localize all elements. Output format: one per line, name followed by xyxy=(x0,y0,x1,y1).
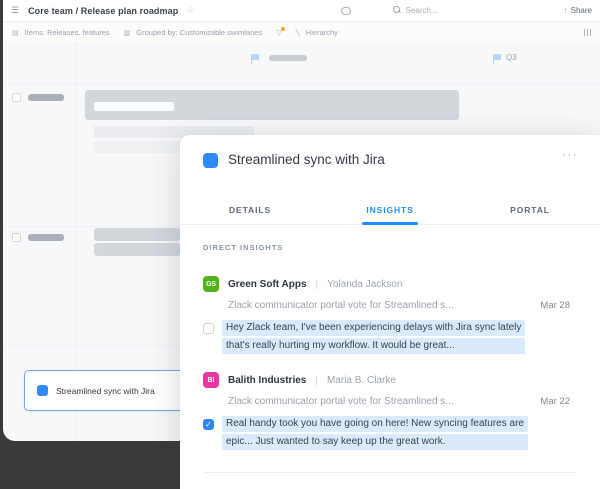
modal-footer-divider xyxy=(204,472,576,473)
insight-date: Mar 28 xyxy=(540,300,570,311)
lane-label-placeholder xyxy=(28,234,64,241)
lane-checkbox[interactable] xyxy=(12,233,21,242)
roadmap-bar[interactable] xyxy=(94,243,180,256)
share-icon: ↑ xyxy=(564,6,568,15)
comments-icon[interactable] xyxy=(341,7,351,15)
insight-item: GS Green Soft Apps | Yolanda Jackson Zla… xyxy=(203,276,578,354)
insight-person: Maria B. Clarke xyxy=(327,375,396,386)
insight-person: Yolanda Jackson xyxy=(327,279,402,290)
items-icon: ▤ xyxy=(12,29,19,37)
modal-header: Streamlined sync with Jira ··· xyxy=(180,135,600,197)
tab-details[interactable]: DETAILS xyxy=(180,197,320,224)
search-box[interactable] xyxy=(393,6,476,15)
search-icon xyxy=(393,6,402,15)
search-input[interactable] xyxy=(406,6,476,15)
modal-body: DIRECT INSIGHTS GS Green Soft Apps | Yol… xyxy=(180,225,600,489)
columns-icon[interactable] xyxy=(584,29,592,36)
tab-insights[interactable]: INSIGHTS xyxy=(320,197,460,224)
row-divider xyxy=(3,84,600,85)
milestone-placeholder xyxy=(269,55,307,61)
insight-date: Mar 22 xyxy=(540,396,570,407)
hierarchy-icon: ╲ xyxy=(296,29,300,37)
lane-label-placeholder xyxy=(28,94,64,101)
insight-checkbox[interactable] xyxy=(203,323,214,334)
feature-icon xyxy=(203,153,218,168)
grouped-by-icon: ▥ xyxy=(124,29,131,37)
screen: ☰ Core team / Release plan roadmap ☆ ↑ S… xyxy=(0,0,600,489)
insight-checkbox-checked[interactable]: ✓ xyxy=(203,419,214,430)
breadcrumb[interactable]: Core team / Release plan roadmap xyxy=(28,6,178,16)
feature-detail-modal: Streamlined sync with Jira ··· DETAILS I… xyxy=(180,135,600,489)
avatar: BI xyxy=(203,372,219,388)
hamburger-menu-icon[interactable]: ☰ xyxy=(11,5,19,16)
grouped-by-filter[interactable]: Grouped by: Customizable swimlanes xyxy=(136,28,262,37)
hierarchy-toggle[interactable]: Hierarchy xyxy=(306,28,338,37)
insight-source: Zlack communicator portal vote for Strea… xyxy=(228,300,540,311)
insight-company: Green Soft Apps xyxy=(228,279,307,290)
insight-item: BI Balith Industries | Maria B. Clarke Z… xyxy=(203,372,578,450)
insight-message-line: that's really hurting my workflow. It wo… xyxy=(222,338,525,354)
items-filter[interactable]: Items: Releases, features xyxy=(25,28,110,37)
insight-message-line: Hey Zlack team, I've been experiencing d… xyxy=(222,320,525,336)
feature-icon xyxy=(37,385,48,396)
quarter-label: Q3 xyxy=(506,53,517,62)
modal-tabs: DETAILS INSIGHTS PORTAL xyxy=(180,197,600,225)
share-label: Share xyxy=(571,6,592,15)
quarter-flag-icon xyxy=(494,54,501,60)
filter-active-badge xyxy=(281,27,285,31)
insight-company: Balith Industries xyxy=(228,375,306,386)
avatar: GS xyxy=(203,276,219,292)
insight-message-line: epic... Just wanted to say keep up the g… xyxy=(222,434,528,450)
top-bar: ☰ Core team / Release plan roadmap ☆ ↑ S… xyxy=(3,0,600,22)
milestone-flag-icon xyxy=(252,54,259,60)
filter-funnel-icon[interactable]: ▽ xyxy=(276,29,281,37)
insight-message-line: Real handy took you have going on here! … xyxy=(222,416,528,432)
direct-insights-heading: DIRECT INSIGHTS xyxy=(203,243,578,252)
view-toolbar: ▤ Items: Releases, features ▥ Grouped by… xyxy=(3,23,600,42)
lane-checkbox[interactable] xyxy=(12,93,21,102)
roadmap-bar-progress xyxy=(94,102,174,111)
modal-title: Streamlined sync with Jira xyxy=(228,152,385,167)
feature-card-title: Streamlined sync with Jira xyxy=(56,386,155,396)
favorite-star-icon[interactable]: ☆ xyxy=(186,5,194,16)
insight-source: Zlack communicator portal vote for Strea… xyxy=(228,396,540,407)
share-button[interactable]: ↑ Share xyxy=(564,6,592,15)
more-options-icon[interactable]: ··· xyxy=(563,149,579,161)
tab-portal[interactable]: PORTAL xyxy=(460,197,600,224)
roadmap-bar[interactable] xyxy=(94,228,180,241)
